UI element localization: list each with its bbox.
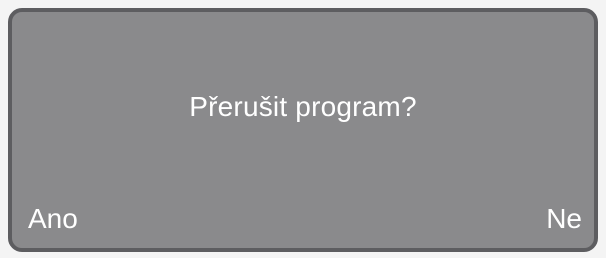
confirmation-prompt: Přerušit program? (189, 91, 417, 122)
lcd-display: Přerušit program? Ano Ne (8, 8, 598, 252)
no-softkey[interactable]: Ne (546, 202, 582, 236)
yes-softkey[interactable]: Ano (28, 202, 78, 236)
display-bezel: Přerušit program? Ano Ne (0, 0, 606, 258)
